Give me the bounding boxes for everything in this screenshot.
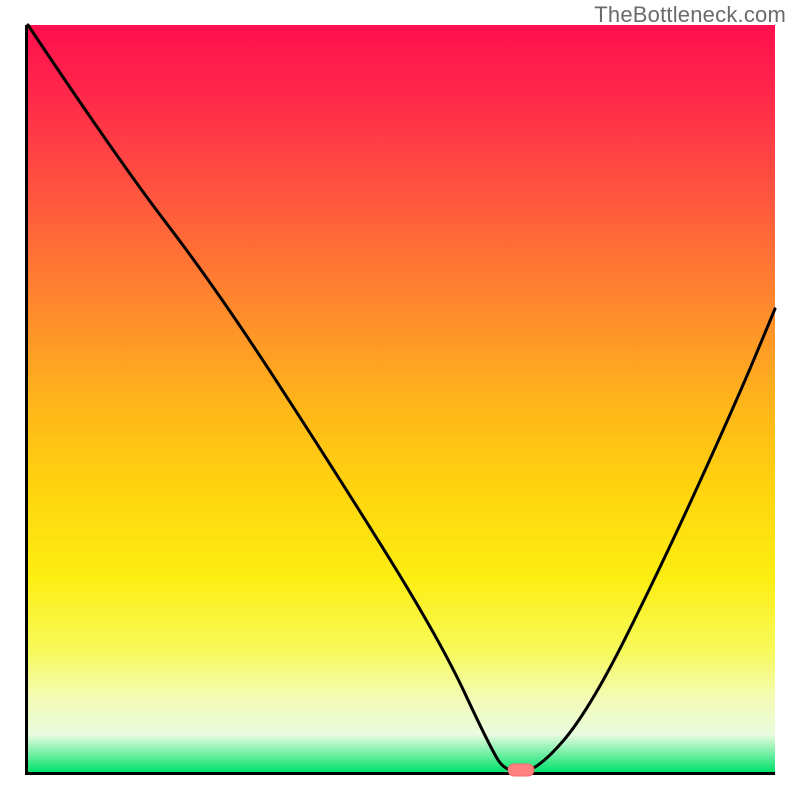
bottleneck-curve: [28, 25, 775, 772]
optimum-marker: [508, 764, 534, 776]
plot-area: [25, 25, 775, 775]
curve-layer: [28, 25, 775, 772]
chart-container: TheBottleneck.com: [0, 0, 800, 800]
